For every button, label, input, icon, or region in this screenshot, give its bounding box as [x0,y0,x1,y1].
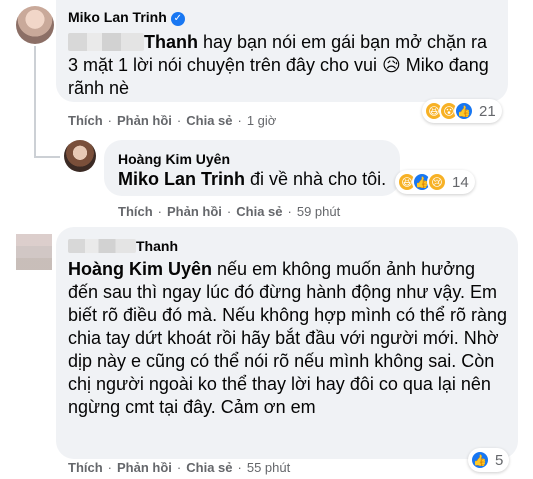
mention-link[interactable]: Thanh [144,32,198,52]
thread-line [34,156,60,158]
comment-actions-3: Thích · Phản hồi · Chia sẻ · 55 phút [68,460,291,475]
author-name[interactable]: Thanh [136,238,178,254]
like-action[interactable]: Thích [118,204,153,219]
avatar-thanh[interactable] [16,234,52,270]
reply-action[interactable]: Phản hồi [117,460,172,475]
comment-author-3[interactable]: Thanh [68,238,178,254]
reaction-summary-3[interactable]: 👍 5 [468,448,510,472]
comment-author-1[interactable]: Miko Lan Trinh ✓ [68,9,185,26]
author-name[interactable]: Miko Lan Trinh [68,9,167,25]
mention-link[interactable]: Hoàng Kim Uyên [68,259,212,279]
reaction-count: 5 [495,451,504,469]
like-action[interactable]: Thích [68,460,103,475]
comment-actions-1: Thích · Phản hồi · Chia sẻ · 1 giờ [68,113,277,128]
like-reaction-icon: 👍 [470,450,490,470]
share-action[interactable]: Chia sẻ [186,460,232,475]
comment-text-3: Hoàng Kim Uyên nếu em không muốn ảnh hưở… [68,259,508,417]
reply-action[interactable]: Phản hồi [117,113,172,128]
timestamp[interactable]: 1 giờ [247,113,277,128]
reaction-count: 21 [479,102,496,120]
comment-author-2[interactable]: Hoàng Kim Uyên [118,151,230,167]
avatar-hoang-kim-uyen[interactable] [64,140,96,172]
comment-text-2: Miko Lan Trinh đi về nhà cho tôi. [118,169,387,189]
share-action[interactable]: Chia sẻ [236,204,282,219]
thread-line [34,46,36,158]
timestamp[interactable]: 55 phút [247,460,290,475]
like-reaction-icon: 👍 [454,101,474,121]
comment-actions-2: Thích · Phản hồi · Chia sẻ · 59 phút [118,204,341,219]
avatar-miko[interactable] [16,6,54,44]
share-action[interactable]: Chia sẻ [186,113,232,128]
reaction-count: 14 [452,173,469,191]
comment-text-1: Thanh hay bạn nói em gái bạn mở chặn ra … [68,32,489,98]
verified-badge-icon: ✓ [170,12,185,26]
blurred-name [68,33,144,51]
sad-reaction-icon: 😢 [427,172,447,192]
reaction-summary-1[interactable]: 😆 😮 👍 21 [422,99,502,123]
like-action[interactable]: Thích [68,113,103,128]
blurred-name [68,239,136,253]
timestamp[interactable]: 59 phút [297,204,340,219]
mention-link[interactable]: Miko Lan Trinh [118,169,245,189]
reply-action[interactable]: Phản hồi [167,204,222,219]
reaction-summary-2[interactable]: 😆 👍 😢 14 [395,170,475,194]
